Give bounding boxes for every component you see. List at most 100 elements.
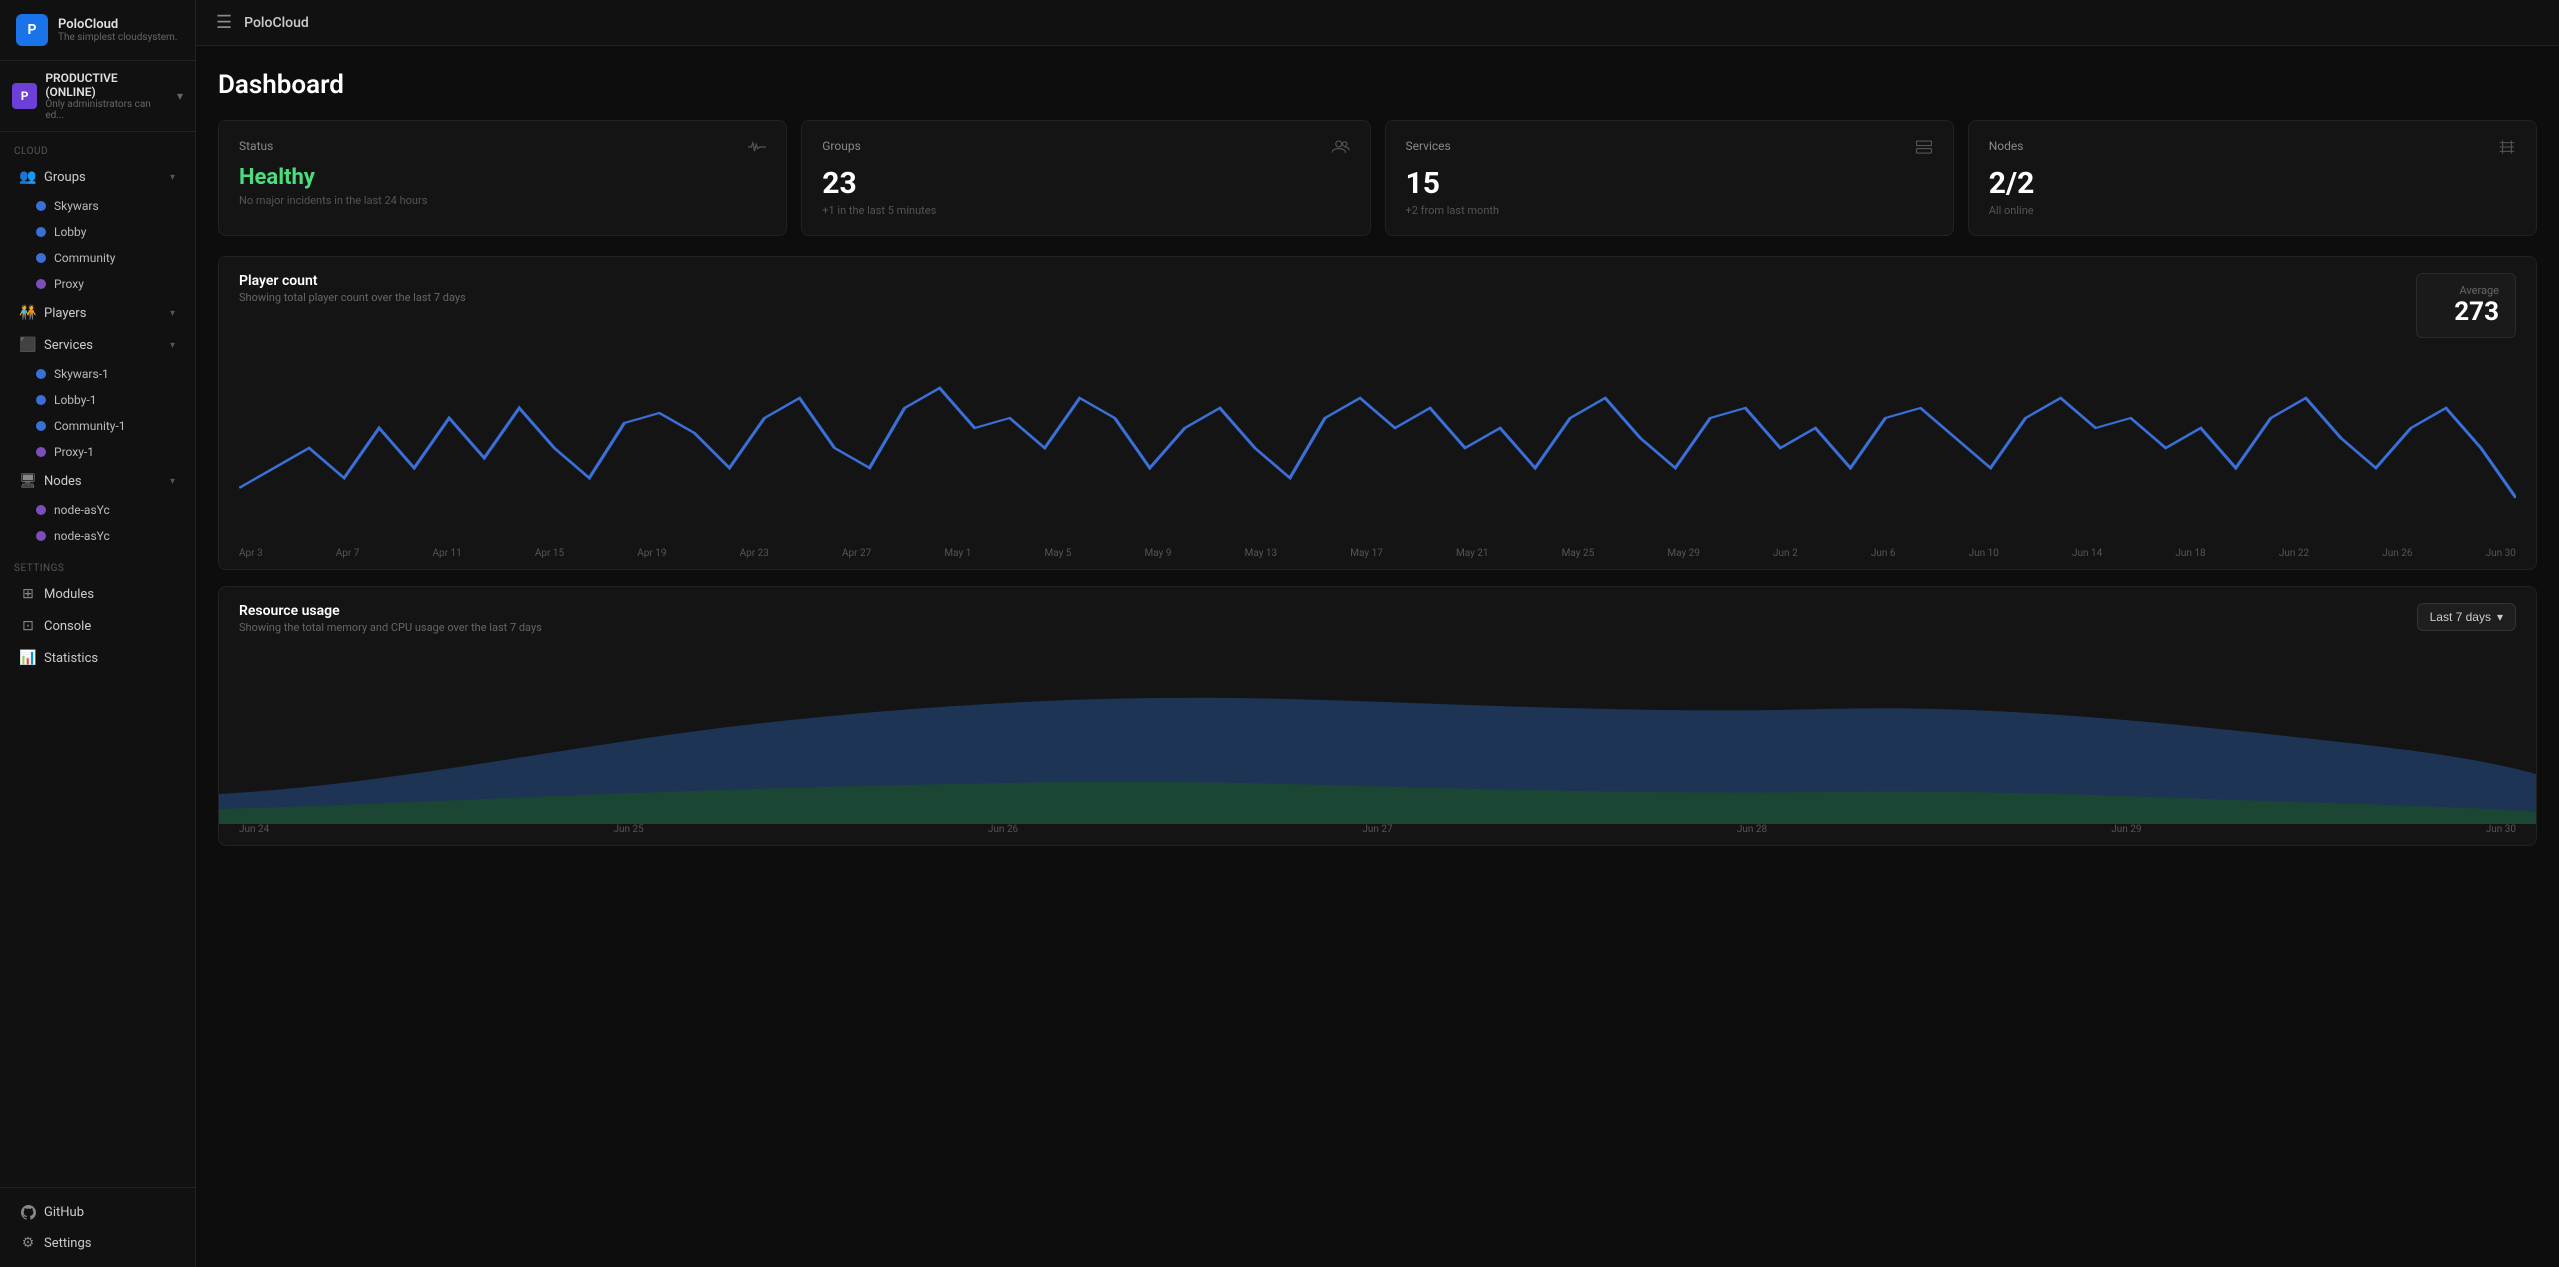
stat-card-services: Services 15 +2 from last month: [1385, 120, 1954, 236]
player-chart-area: [219, 338, 2536, 548]
workspace-name: PRODUCTIVE (ONLINE): [45, 71, 169, 99]
services-sub: +2 from last month: [1406, 204, 1933, 217]
nodes-icon: 🖥: [20, 473, 36, 489]
x-label: Jun 28: [1737, 824, 1767, 835]
players-label: Players: [44, 306, 162, 321]
app-tagline: The simplest cloudsystem.: [58, 32, 177, 43]
sidebar-footer: GitHub ⚙ Settings: [0, 1187, 195, 1267]
nodes-stat-label: Nodes: [1989, 139, 2024, 153]
x-label: Jun 25: [613, 824, 643, 835]
statistics-label: Statistics: [44, 651, 175, 666]
chevron-down-icon: ▾: [2497, 610, 2503, 624]
console-icon: ⊡: [20, 618, 36, 634]
sidebar-toggle-button[interactable]: ☰: [216, 12, 232, 33]
groups-stat-icon: [1332, 139, 1350, 159]
x-label: May 25: [1562, 548, 1595, 559]
community-1-label: Community-1: [54, 419, 126, 433]
sidebar-item-modules[interactable]: ⊞ Modules: [6, 579, 189, 609]
stat-card-status: Status Healthy No major incidents in the…: [218, 120, 787, 236]
x-label: Jun 29: [2111, 824, 2141, 835]
sidebar-item-github[interactable]: GitHub: [6, 1197, 189, 1227]
status-value: Healthy: [239, 166, 766, 190]
player-count-average: Average 273: [2416, 273, 2516, 338]
sidebar-item-skywars-1[interactable]: Skywars-1: [6, 362, 189, 386]
time-range-dropdown[interactable]: Last 7 days ▾: [2417, 603, 2516, 631]
proxy-label: Proxy: [54, 277, 84, 291]
proxy-1-label: Proxy-1: [54, 445, 94, 459]
chevron-icon: ▾: [170, 172, 175, 183]
sidebar-item-settings[interactable]: ⚙ Settings: [6, 1228, 189, 1258]
workspace-icon: P: [12, 83, 37, 109]
sidebar-item-lobby[interactable]: Lobby: [6, 220, 189, 244]
sidebar-item-lobby-1[interactable]: Lobby-1: [6, 388, 189, 412]
x-label: Jun 26: [2382, 548, 2412, 559]
x-label: Jun 6: [1871, 548, 1896, 559]
sidebar-item-services[interactable]: ⬛ Services ▾: [6, 330, 189, 360]
sidebar-item-node-1[interactable]: node-asYc: [6, 498, 189, 522]
resource-header: Resource usage Showing the total memory …: [219, 587, 2536, 634]
dot-icon: [36, 505, 46, 515]
players-icon: 🧑‍🤝‍🧑: [20, 305, 36, 321]
sidebar-item-community[interactable]: Community: [6, 246, 189, 270]
stat-card-groups: Groups 23 +1 in the last 5 minutes: [801, 120, 1370, 236]
skywars-1-label: Skywars-1: [54, 367, 109, 381]
sidebar-item-community-1[interactable]: Community-1: [6, 414, 189, 438]
chevron-icon: ▾: [170, 340, 175, 351]
sidebar-item-statistics[interactable]: 📊 Statistics: [6, 643, 189, 673]
x-label: May 5: [1044, 548, 1071, 559]
x-label: Apr 27: [842, 548, 871, 559]
chevron-icon: ▾: [170, 308, 175, 319]
topbar: ☰ PoloCloud: [196, 0, 2559, 46]
x-label: Apr 3: [239, 548, 263, 559]
dot-icon: [36, 201, 46, 211]
dot-icon: [36, 279, 46, 289]
statistics-icon: 📊: [20, 650, 36, 666]
player-count-sub: Showing total player count over the last…: [239, 291, 466, 304]
x-label: Jun 27: [1362, 824, 1392, 835]
services-label: Services: [44, 338, 162, 353]
dot-icon: [36, 421, 46, 431]
services-stat-label: Services: [1406, 139, 1451, 153]
services-value: 15: [1406, 167, 1933, 200]
sidebar-item-groups[interactable]: 👥 Groups ▾: [6, 162, 189, 192]
topbar-app-name: PoloCloud: [244, 15, 309, 31]
sidebar-item-proxy-1[interactable]: Proxy-1: [6, 440, 189, 464]
x-label: Jun 18: [2175, 548, 2205, 559]
nodes-label: Nodes: [44, 474, 162, 489]
sidebar-item-players[interactable]: 🧑‍🤝‍🧑 Players ▾: [6, 298, 189, 328]
pulse-icon: [748, 139, 766, 158]
x-axis-resource: Jun 24 Jun 25 Jun 26 Jun 27 Jun 28 Jun 2…: [219, 824, 2536, 845]
settings-footer-label: Settings: [44, 1236, 175, 1251]
groups-value: 23: [822, 167, 1349, 200]
x-label: May 21: [1456, 548, 1489, 559]
x-label: Jun 26: [988, 824, 1018, 835]
nodes-stat-icon: [2498, 139, 2516, 159]
workspace-selector[interactable]: P PRODUCTIVE (ONLINE) Only administrator…: [0, 61, 195, 132]
sidebar-item-console[interactable]: ⊡ Console: [6, 611, 189, 641]
skywars-label: Skywars: [54, 199, 99, 213]
lobby-label: Lobby: [54, 225, 86, 239]
dot-icon: [36, 369, 46, 379]
sidebar-item-node-2[interactable]: node-asYc: [6, 524, 189, 548]
modules-icon: ⊞: [20, 586, 36, 602]
node-2-label: node-asYc: [54, 529, 110, 543]
sidebar-item-skywars[interactable]: Skywars: [6, 194, 189, 218]
logo-icon: P: [16, 14, 48, 46]
x-label: Apr 7: [336, 548, 360, 559]
average-value: 273: [2433, 297, 2499, 327]
average-label: Average: [2433, 284, 2499, 297]
nodes-sub: All online: [1989, 204, 2516, 217]
x-label: Apr 19: [637, 548, 666, 559]
dot-icon: [36, 531, 46, 541]
main-content: ☰ PoloCloud Dashboard Status Healthy No …: [196, 0, 2559, 1267]
console-label: Console: [44, 619, 175, 634]
sidebar-item-nodes[interactable]: 🖥 Nodes ▾: [6, 466, 189, 496]
resource-title: Resource usage: [239, 603, 542, 619]
sidebar-item-proxy[interactable]: Proxy: [6, 272, 189, 296]
resource-sub: Showing the total memory and CPU usage o…: [239, 621, 542, 634]
x-label: May 29: [1667, 548, 1700, 559]
cloud-section-label: Cloud: [0, 132, 195, 161]
app-name: PoloCloud: [58, 17, 177, 32]
page-title: Dashboard: [218, 70, 2537, 100]
x-label: May 13: [1245, 548, 1278, 559]
